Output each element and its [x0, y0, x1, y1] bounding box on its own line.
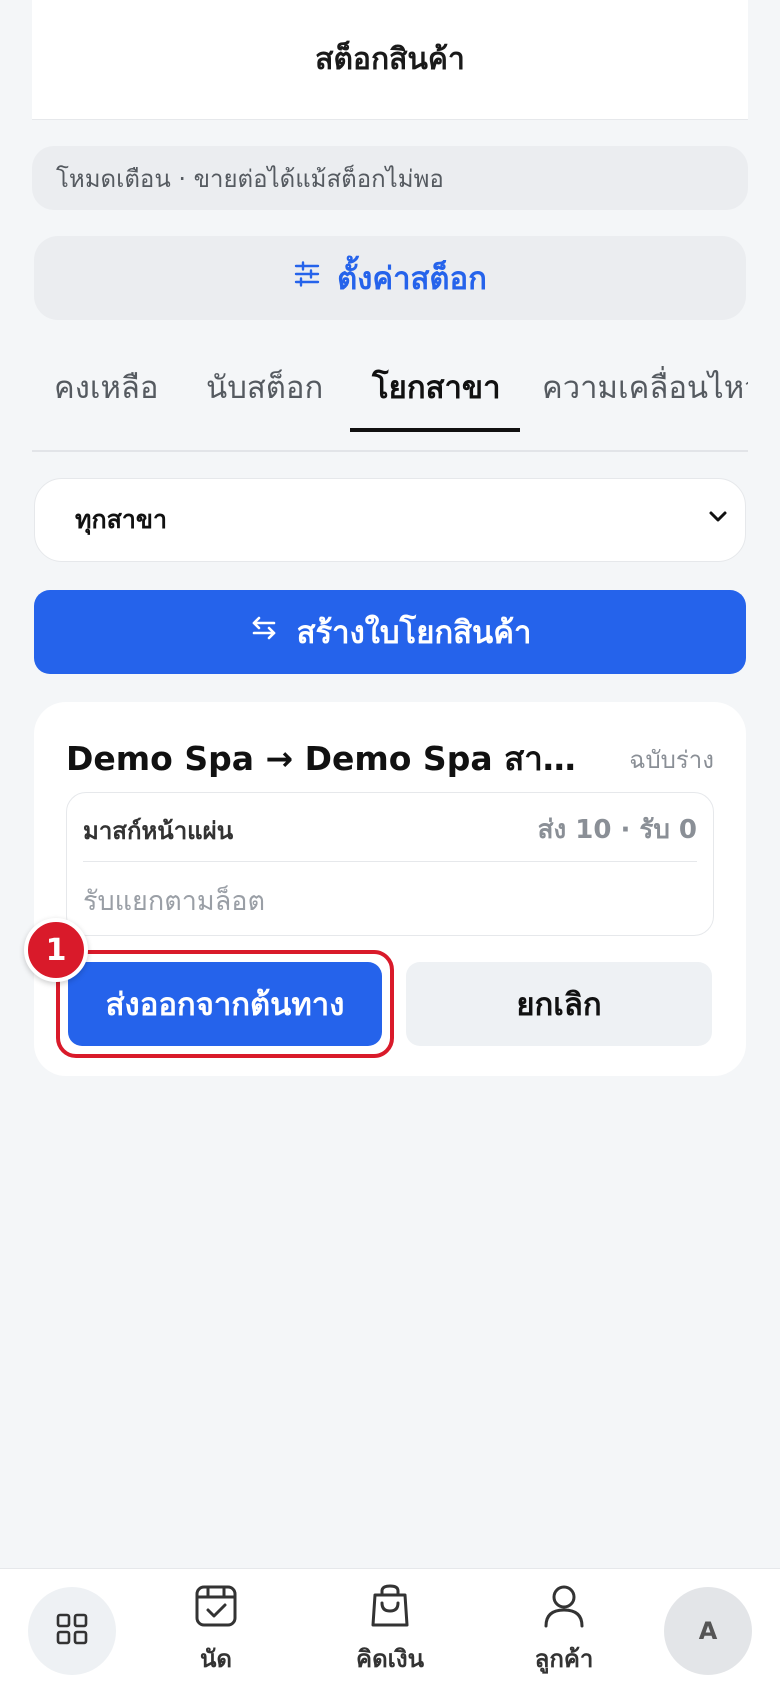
item-name: มาสก์หน้าแผ่น	[83, 817, 234, 845]
item-lot-note: รับแยกตามล็อต	[83, 886, 265, 917]
tab-movements[interactable]: ความเคลื่อนไหว	[542, 362, 748, 450]
ship-from-origin-button[interactable]: ส่งออกจากต้นทาง	[68, 962, 382, 1046]
create-transfer-label: สร้างใบโยกสินค้า	[296, 615, 532, 651]
page-title: สต็อกสินค้า	[315, 42, 465, 77]
stock-settings-label: ตั้งค่าสต็อก	[337, 261, 487, 297]
nav-home[interactable]	[28, 1587, 116, 1675]
nav-appointments-label: นัด	[200, 1645, 232, 1673]
stock-mode-notice: โหมดเตือน · ขายต่อได้แม้สต็อกไม่พอ	[32, 146, 748, 210]
transfer-title: Demo Spa → Demo Spa สาขาล...	[66, 739, 596, 778]
sliders-icon	[293, 260, 321, 296]
item-divider	[83, 861, 697, 862]
create-transfer-button[interactable]: สร้างใบโยกสินค้า	[34, 590, 746, 674]
nav-checkout[interactable]: คิดเงิน	[330, 1583, 450, 1678]
calendar-check-icon	[193, 1583, 239, 1633]
item-quantity: ส่ง 10 · รับ 0	[537, 815, 697, 845]
user-icon	[541, 1583, 587, 1633]
branch-select-value: ทุกสาขา	[75, 505, 168, 534]
active-tab-indicator	[350, 428, 520, 432]
nav-checkout-label: คิดเงิน	[356, 1645, 424, 1673]
grid-icon	[54, 1611, 90, 1651]
status-badge: ฉบับร่าง	[629, 746, 714, 774]
bottom-nav: นัด คิดเงิน ลูกค้า A	[0, 1568, 780, 1688]
tab-balance[interactable]: คงเหลือ	[54, 362, 159, 450]
transfer-item: มาสก์หน้าแผ่น ส่ง 10 · รับ 0 รับแยกตามล็…	[66, 792, 714, 936]
step-badge: 1	[24, 918, 88, 982]
transfer-card: Demo Spa → Demo Spa สาขาล... ฉบับร่าง มา…	[34, 702, 746, 1076]
cancel-transfer-button[interactable]: ยกเลิก	[406, 962, 712, 1046]
nav-appointments[interactable]: นัด	[156, 1583, 276, 1678]
nav-customers-label: ลูกค้า	[534, 1645, 594, 1673]
tab-branch-transfer[interactable]: โยกสาขา	[372, 362, 501, 450]
shopping-bag-icon	[367, 1583, 413, 1633]
branch-select[interactable]: ทุกสาขา	[34, 478, 746, 562]
app-header: สต็อกสินค้า	[32, 0, 748, 120]
chevron-down-icon	[705, 504, 731, 536]
avatar[interactable]: A	[664, 1587, 752, 1675]
nav-customers[interactable]: ลูกค้า	[504, 1583, 624, 1678]
stock-settings-button[interactable]: ตั้งค่าสต็อก	[34, 236, 746, 320]
stock-tabs: คงเหลือ นับสต็อก โยกสาขา ความเคลื่อนไหว	[32, 340, 748, 452]
tab-stock-count[interactable]: นับสต็อก	[206, 362, 323, 450]
swap-arrows-icon	[249, 613, 279, 651]
